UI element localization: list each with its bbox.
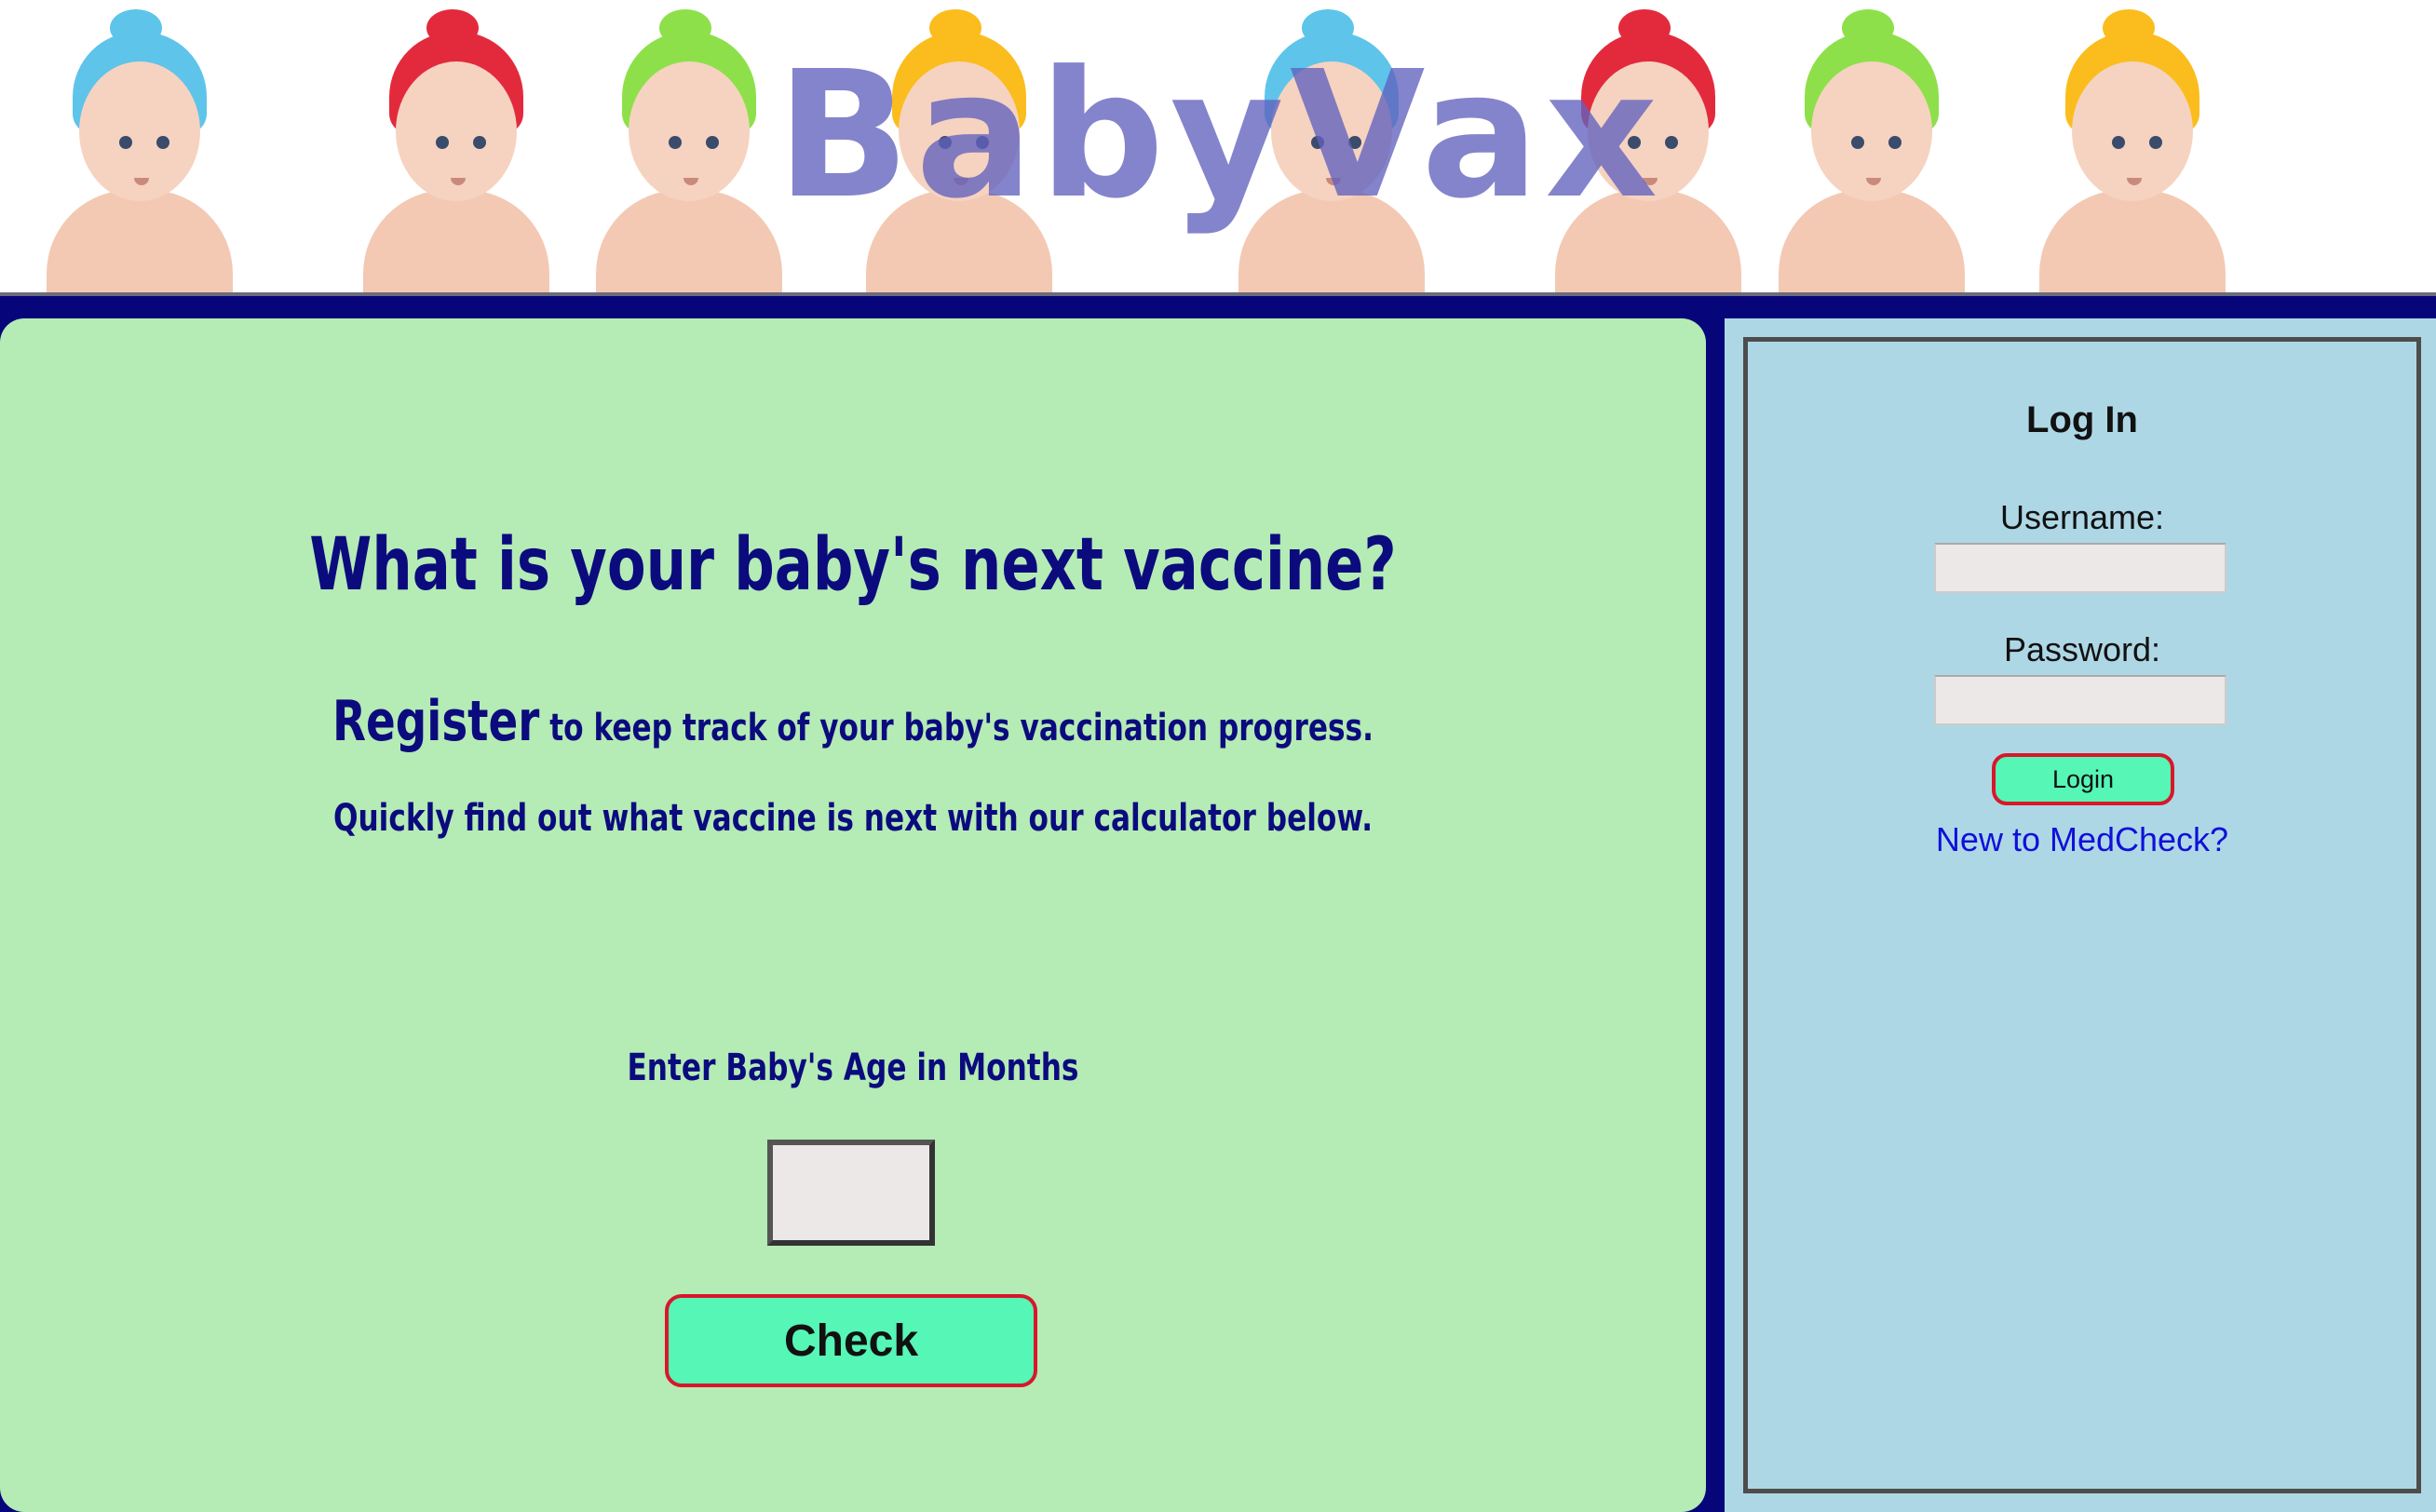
age-label: Enter Baby's Age in Months — [627, 1046, 1079, 1089]
login-button[interactable]: Login — [1992, 753, 2174, 805]
password-input[interactable] — [1934, 675, 2226, 725]
login-sidebar: Log In Username: Password: Login New to … — [1725, 318, 2436, 1512]
vaccine-calculator-panel: What is your baby's next vaccine? Regist… — [0, 318, 1706, 1512]
check-button[interactable]: Check — [665, 1294, 1037, 1387]
baby-image — [2030, 0, 2235, 292]
page-headline: What is your baby's next vaccine? — [309, 523, 1397, 607]
baby-image — [1769, 0, 1974, 292]
register-word: Register — [332, 689, 540, 754]
new-user-register-link[interactable]: New to MedCheck? — [1748, 820, 2416, 859]
username-label: Username: — [1999, 498, 2165, 536]
register-prompt-text: to keep track of your baby's vaccination… — [539, 707, 1374, 749]
site-logo-title: BabyVax — [776, 34, 1664, 237]
login-form: Log In Username: Password: Login New to … — [1743, 337, 2421, 1493]
baby-image — [354, 0, 559, 292]
calculator-intro: Quickly find out what vaccine is next wi… — [332, 797, 1374, 840]
username-input[interactable] — [1934, 543, 2226, 593]
password-label: Password: — [2003, 630, 2161, 668]
baby-image — [37, 0, 242, 292]
age-months-input[interactable] — [767, 1140, 935, 1246]
login-title: Log In — [2026, 399, 2138, 440]
register-prompt: Register to keep track of your baby's va… — [188, 689, 1519, 754]
header-banner: BabyVax — [0, 0, 2436, 296]
